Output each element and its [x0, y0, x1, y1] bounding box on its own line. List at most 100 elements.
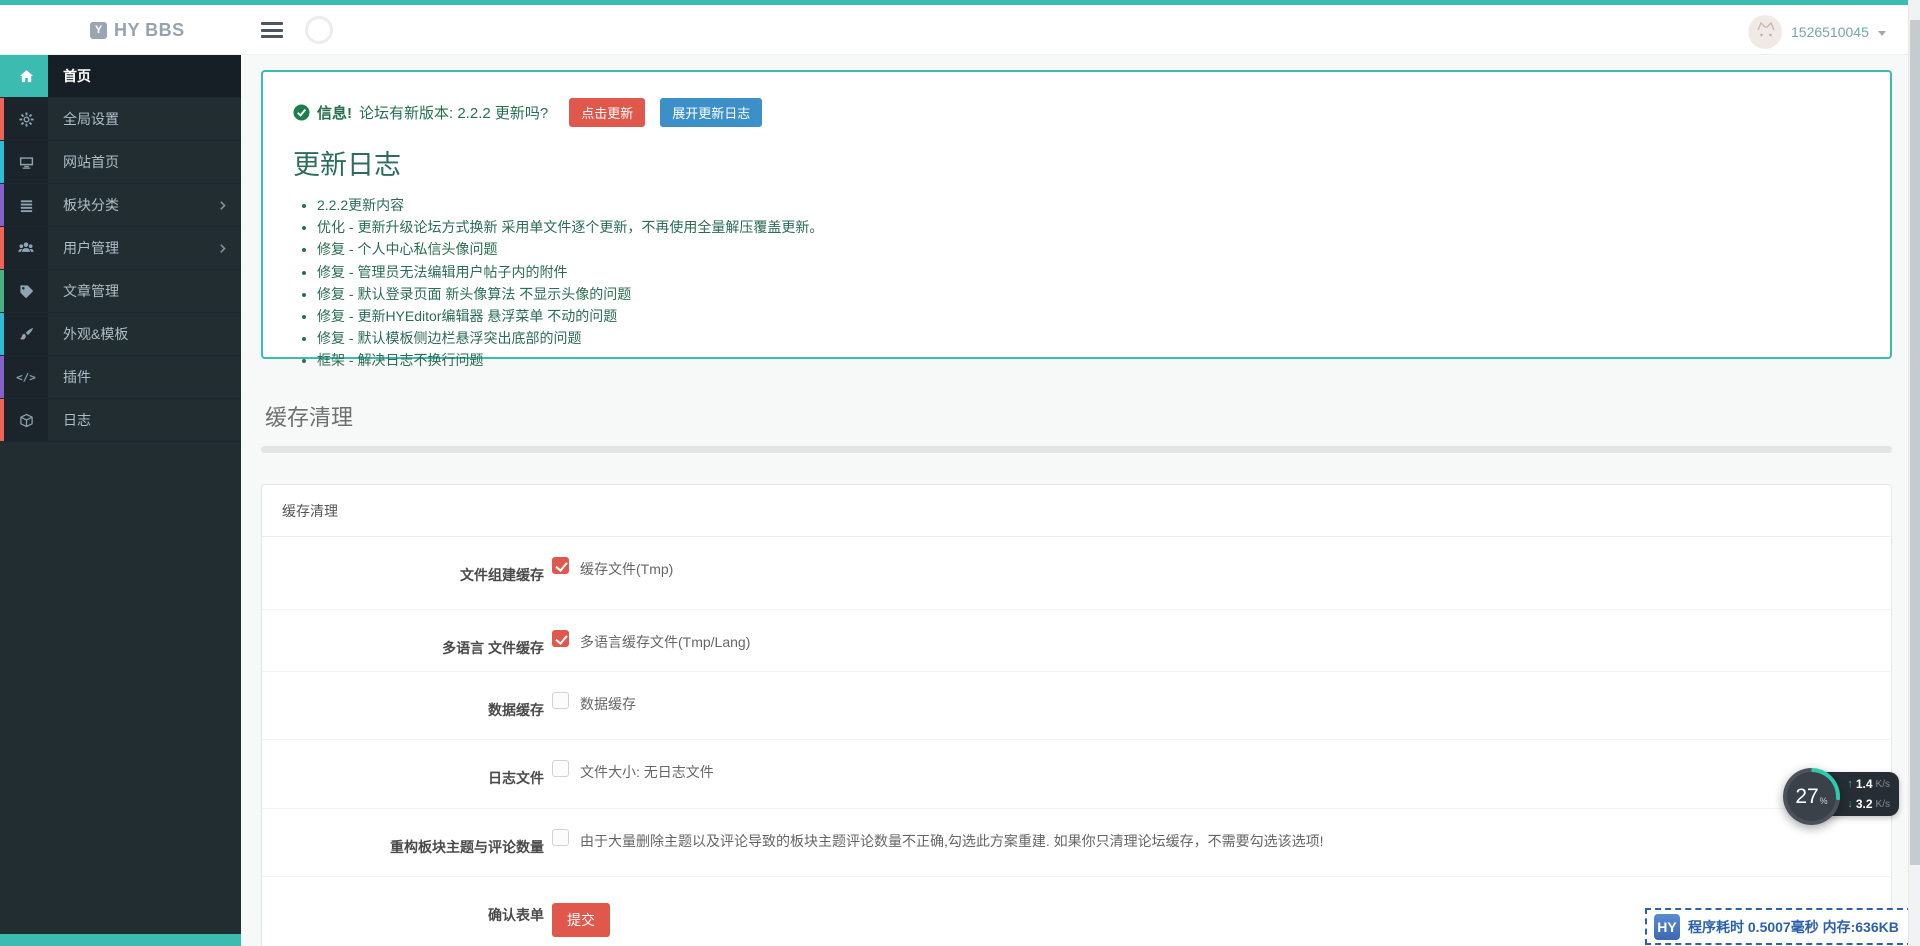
debug-stats-text: 程序耗时 0.5007毫秒 内存:636KB: [1688, 917, 1899, 937]
chevron-right-icon: [217, 227, 228, 269]
panel-title: 缓存清理: [262, 485, 1891, 537]
checkbox-lang-cache[interactable]: [552, 630, 569, 647]
changelog-list: 2.2.2更新内容 优化 - 更新升级论坛方式换新 采用单文件逐个更新，不再使用…: [293, 194, 1860, 372]
sidebar: 首页 全局设置 网站首页 板块分类: [0, 55, 241, 946]
brush-icon: [0, 313, 48, 355]
form-row-data-cache: 数据缓存 数据缓存: [262, 672, 1891, 740]
chevron-right-icon: [217, 184, 228, 226]
users-icon: [0, 227, 48, 269]
sidebar-item-label: 板块分类: [48, 184, 217, 226]
user-avatar: [1748, 15, 1782, 49]
changelog-item: 修复 - 默认登录页面 新头像算法 不显示头像的问题: [317, 283, 1860, 305]
alert-message: 论坛有新版本: 2.2.2 更新吗?: [359, 102, 548, 123]
upload-speed: 1.4: [1856, 777, 1873, 791]
list-icon: [0, 184, 48, 226]
checkbox-data-cache[interactable]: [552, 692, 569, 709]
sidebar-item-label: 文章管理: [48, 270, 241, 312]
row-label: 多语言 文件缓存: [262, 610, 544, 671]
form-row-log-files: 日志文件 文件大小: 无日志文件: [262, 740, 1891, 809]
row-label: 日志文件: [262, 740, 544, 808]
sidebar-item-site-home[interactable]: 网站首页: [0, 141, 241, 184]
sidebar-item-plugins[interactable]: </> 插件: [0, 356, 241, 399]
cpu-percent-unit: %: [1820, 796, 1828, 806]
sidebar-toggle-icon[interactable]: [261, 22, 283, 42]
sidebar-item-articles[interactable]: 文章管理: [0, 270, 241, 313]
alert-title: 信息!: [317, 102, 352, 123]
tag-icon: [0, 270, 48, 312]
sidebar-item-label: 网站首页: [48, 141, 241, 183]
update-alert: 信息! 论坛有新版本: 2.2.2 更新吗? 点击更新 展开更新日志 更新日志 …: [261, 70, 1892, 359]
expand-changelog-button[interactable]: 展开更新日志: [660, 98, 762, 127]
form-row-file-cache: 文件组建缓存 缓存文件(Tmp): [262, 537, 1891, 610]
cache-clean-panel: 缓存清理 文件组建缓存 缓存文件(Tmp) 多语言 文件缓存 多语言缓存文件(T…: [261, 484, 1892, 946]
sidebar-item-label: 全局设置: [48, 98, 241, 140]
download-speed: 3.2: [1856, 797, 1873, 811]
changelog-item: 2.2.2更新内容: [317, 194, 1860, 216]
sidebar-item-boards[interactable]: 板块分类: [0, 184, 241, 227]
checkbox-label: 多语言缓存文件(Tmp/Lang): [580, 630, 750, 652]
cpu-usage-circle[interactable]: 27 %: [1783, 768, 1840, 825]
code-icon: </>: [0, 356, 48, 398]
checkbox-label: 由于大量删除主题以及评论导致的板块主题评论数量不正确,勾选此方案重建. 如果你只…: [580, 829, 1324, 851]
changelog-item: 框架 - 解决日志不换行问题: [317, 349, 1860, 371]
checkbox-label: 数据缓存: [580, 692, 636, 714]
home-icon: [0, 55, 48, 97]
user-menu[interactable]: 1526510045: [1748, 13, 1886, 51]
checkbox-label: 缓存文件(Tmp): [580, 557, 673, 579]
check-circle-icon: [293, 104, 310, 121]
row-label: 重构板块主题与评论数量: [262, 809, 544, 876]
upload-unit: K/s: [1876, 779, 1890, 790]
sidebar-item-home[interactable]: 首页: [0, 55, 241, 98]
sidebar-item-label: 首页: [48, 55, 241, 97]
upload-arrow-icon: ↑: [1847, 778, 1853, 790]
cpu-percent: 27: [1795, 785, 1818, 809]
scrollbar-track: [1908, 0, 1920, 946]
changelog-item: 修复 - 更新HYEditor编辑器 悬浮菜单 不动的问题: [317, 305, 1860, 327]
changelog-item: 修复 - 个人中心私信头像问题: [317, 238, 1860, 260]
cube-icon: [0, 399, 48, 441]
checkbox-label: 文件大小: 无日志文件: [580, 760, 714, 782]
gear-icon: [0, 98, 48, 140]
header-bar: Y HY BBS 1526510045: [0, 5, 1920, 55]
sidebar-item-label: 用户管理: [48, 227, 217, 269]
sidebar-item-logs[interactable]: 日志: [0, 399, 241, 442]
row-label: 数据缓存: [262, 672, 544, 739]
monitor-icon: [0, 141, 48, 183]
brand-icon: Y: [90, 22, 107, 39]
section-divider: [261, 446, 1892, 453]
submit-button[interactable]: 提交: [552, 903, 610, 937]
main-content: 信息! 论坛有新版本: 2.2.2 更新吗? 点击更新 展开更新日志 更新日志 …: [241, 55, 1908, 946]
performance-monitor: ↑ 1.4 K/s ↓ 3.2 K/s 27 %: [1783, 768, 1913, 825]
sidebar-footer-strip[interactable]: [0, 934, 241, 946]
sidebar-item-label: 插件: [48, 356, 241, 398]
download-arrow-icon: ↓: [1847, 798, 1853, 810]
sidebar-item-users[interactable]: 用户管理: [0, 227, 241, 270]
changelog-title: 更新日志: [293, 143, 1860, 182]
form-row-lang-cache: 多语言 文件缓存 多语言缓存文件(Tmp/Lang): [262, 610, 1891, 672]
brand-text: HY BBS: [114, 20, 185, 41]
changelog-item: 修复 - 管理员无法编辑用户帖子内的附件: [317, 261, 1860, 283]
checkbox-rebuild-counts[interactable]: [552, 829, 569, 846]
row-label: 文件组建缓存: [262, 537, 544, 609]
sidebar-item-global-settings[interactable]: 全局设置: [0, 98, 241, 141]
scrollbar-thumb[interactable]: [1910, 20, 1920, 865]
hy-logo: HY: [1654, 914, 1680, 940]
page-title: 缓存清理: [265, 400, 1892, 432]
sidebar-item-appearance[interactable]: 外观&模板: [0, 313, 241, 356]
top-accent-strip: [0, 0, 1920, 5]
form-row-rebuild-counts: 重构板块主题与评论数量 由于大量删除主题以及评论导致的板块主题评论数量不正确,勾…: [262, 809, 1891, 877]
checkbox-log-files[interactable]: [552, 760, 569, 777]
row-label: 确认表单: [262, 877, 544, 946]
debug-badge: HY 程序耗时 0.5007毫秒 内存:636KB: [1645, 908, 1913, 945]
sidebar-item-label: 外观&模板: [48, 313, 241, 355]
caret-down-icon: [1878, 31, 1886, 36]
changelog-item: 修复 - 默认模板侧边栏悬浮突出底部的问题: [317, 327, 1860, 349]
checkbox-file-cache[interactable]: [552, 557, 569, 574]
update-now-button[interactable]: 点击更新: [569, 98, 645, 127]
avatar-placeholder[interactable]: [305, 16, 333, 44]
sidebar-item-label: 日志: [48, 399, 241, 441]
changelog-item: 优化 - 更新升级论坛方式换新 采用单文件逐个更新，不再使用全量解压覆盖更新。: [317, 216, 1860, 238]
download-unit: K/s: [1876, 799, 1890, 810]
username: 1526510045: [1791, 24, 1869, 40]
brand-logo[interactable]: Y HY BBS: [90, 5, 185, 55]
